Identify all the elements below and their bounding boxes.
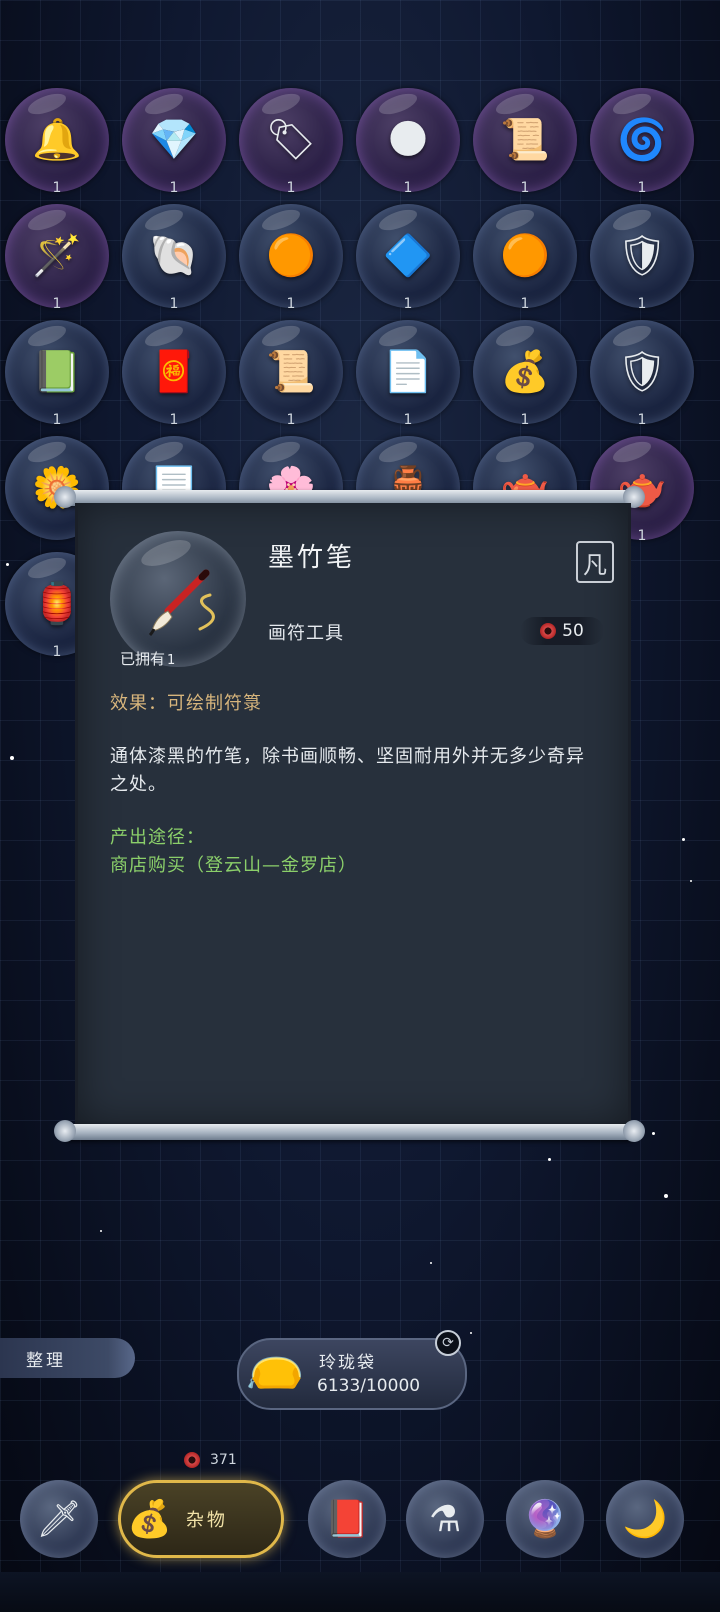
inventory-slot[interactable]: 💎: [122, 88, 226, 192]
inventory-slot[interactable]: 🪄: [5, 204, 109, 308]
tab-label: 杂物: [185, 1510, 228, 1531]
blue-charm-icon: 🔷: [383, 233, 433, 279]
tab-potion[interactable]: ⚗: [406, 1480, 484, 1558]
popup-bottom-rod: [54, 1120, 645, 1142]
item-count: 1: [637, 412, 647, 428]
inventory-slot[interactable]: 🛡: [590, 320, 694, 424]
green-spirit-icon: 🌀: [617, 117, 667, 163]
red-seal-icon: 🧧: [149, 349, 199, 395]
bottom-bar: [0, 1572, 720, 1612]
inventory-slot[interactable]: 🌑: [356, 88, 460, 192]
book-tab-icon: 📕: [324, 1499, 370, 1540]
inventory-slot[interactable]: 📜: [473, 88, 577, 192]
tab-book[interactable]: 📕: [308, 1480, 386, 1558]
coin-icon: [540, 623, 557, 639]
owned-count: 已拥有 1: [120, 650, 176, 668]
item-count: 1: [520, 412, 530, 428]
bag-capacity-panel[interactable]: 👝 玲珑袋 6133/10000 ⟳: [237, 1330, 467, 1410]
item-subtype: 画符工具: [268, 623, 344, 644]
inventory-slot[interactable]: 📄: [356, 320, 460, 424]
item-description: 通体漆黑的竹笔，除书画顺畅、坚固耐用外并无多少奇异之处。: [110, 746, 585, 795]
jade-talisman-icon: 🏷: [265, 117, 317, 163]
price-value: 50: [562, 621, 584, 641]
inventory-slot[interactable]: 📜: [239, 320, 343, 424]
bag-icon: 👝: [245, 1335, 305, 1391]
rarity-seal: 凡: [576, 541, 614, 583]
item-count: 1: [286, 412, 296, 428]
special-tab-icon: 🌙: [622, 1499, 668, 1540]
inventory-slot[interactable]: 🛡: [590, 204, 694, 308]
tab-special[interactable]: 🌙: [606, 1480, 684, 1558]
item-count: 1: [286, 296, 296, 312]
conch-shell-icon: 🐚: [149, 233, 199, 279]
source-value: 商店购买（登云山—金罗店）: [110, 855, 357, 876]
golden-bells-icon: 🔔: [32, 117, 82, 163]
red-emblem-icon: 🛡: [616, 349, 668, 395]
tab-crystal[interactable]: 🔮: [506, 1480, 584, 1558]
inventory-slot[interactable]: 🔷: [356, 204, 460, 308]
orange-pendant-icon: 🟠: [500, 233, 550, 279]
item-count: 1: [169, 296, 179, 312]
misc-tab-icon: 💰: [127, 1499, 172, 1540]
item-count: 1: [52, 296, 62, 312]
price-badge: 50: [520, 617, 604, 645]
crystal-tab-icon: 🔮: [522, 1499, 568, 1540]
item-count: 1: [637, 296, 647, 312]
item-count: 1: [520, 296, 530, 312]
scroll-map-icon: 📜: [500, 117, 550, 163]
inventory-slot[interactable]: 🔔: [5, 88, 109, 192]
item-orb: [110, 531, 246, 667]
item-count: 1: [403, 412, 413, 428]
inventory-slot[interactable]: 🐚: [122, 204, 226, 308]
green-book-icon: 📗: [32, 349, 82, 395]
item-name: 墨竹笔: [268, 543, 356, 573]
tab-misc[interactable]: 💰 杂物: [118, 1480, 284, 1558]
inventory-slot[interactable]: 🧧: [122, 320, 226, 424]
sort-label: 整理: [26, 1350, 66, 1371]
sort-button[interactable]: 整理: [0, 1338, 135, 1378]
tab-weapon[interactable]: 🗡: [20, 1480, 98, 1558]
inventory-slot[interactable]: 🟠: [473, 204, 577, 308]
item-count: 1: [403, 180, 413, 196]
coin-icon: [184, 1452, 200, 1468]
weapon-tab-icon: 🗡: [36, 1499, 82, 1540]
currency-counter: 371: [184, 1452, 237, 1468]
bag-capacity: 6133/10000: [317, 1376, 421, 1396]
item-count: 1: [169, 180, 179, 196]
item-count: 1: [520, 180, 530, 196]
currency-value: 371: [210, 1452, 237, 1468]
potion-tab-icon: ⚗: [428, 1498, 462, 1540]
inventory-slot[interactable]: 💰: [473, 320, 577, 424]
item-count: 1: [52, 412, 62, 428]
item-count: 1: [403, 296, 413, 312]
bag-name: 玲珑袋: [319, 1353, 376, 1373]
refresh-icon[interactable]: ⟳: [435, 1330, 461, 1356]
item-count: 1: [637, 180, 647, 196]
item-effect: 效果：可绘制符箓: [110, 693, 262, 714]
ink-brush-icon: [148, 569, 215, 637]
blue-crystal-icon: 💎: [149, 117, 199, 163]
source-label: 产出途径：: [110, 827, 205, 848]
item-detail-panel: 已拥有 1 墨竹笔 凡 画符工具 50 效果：可绘制符箓 通体漆黑的竹笔，除书画顺…: [75, 503, 631, 1125]
orange-pendant-icon: 🟠: [266, 233, 316, 279]
item-count: 1: [52, 180, 62, 196]
inventory-slot[interactable]: 🟠: [239, 204, 343, 308]
inventory-slot[interactable]: 🏷: [239, 88, 343, 192]
red-emblem-icon: 🛡: [616, 233, 668, 279]
inventory-slot[interactable]: 🌀: [590, 88, 694, 192]
item-count: 1: [169, 412, 179, 428]
item-count: 1: [286, 180, 296, 196]
scroll-staff-icon: 🪄: [32, 233, 82, 279]
paper-note-icon: 📄: [383, 349, 433, 395]
inventory-slot[interactable]: 📗: [5, 320, 109, 424]
dark-sphere-icon: 🌑: [387, 117, 429, 163]
old-scroll-icon: 📜: [266, 349, 316, 395]
money-bag-icon: 💰: [500, 349, 550, 395]
